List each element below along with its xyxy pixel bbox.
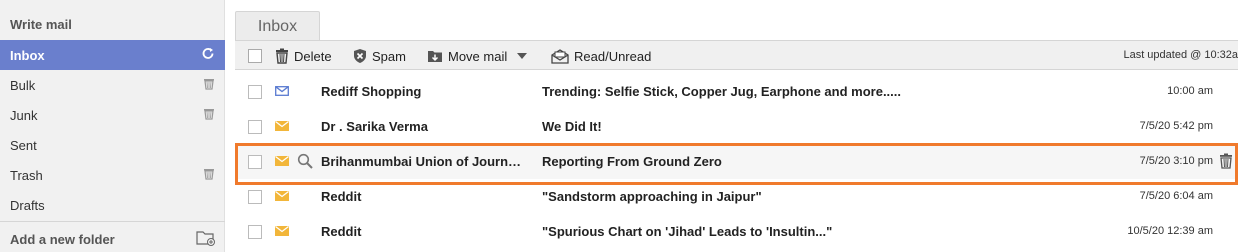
- read-unread-label: Read/Unread: [574, 48, 652, 64]
- toolbar: Delete Spam Move mail Read/Unread Last u…: [235, 40, 1238, 70]
- sidebar-divider: [0, 221, 225, 222]
- sidebar-item-bulk[interactable]: Bulk: [0, 70, 225, 100]
- message-row[interactable]: Reddit "Spurious Chart on 'Jihad' Leads …: [235, 214, 1238, 249]
- message-subject: "Sandstorm approaching in Jaipur": [542, 189, 762, 204]
- delete-button[interactable]: Delete: [275, 46, 332, 66]
- spam-label: Spam: [372, 48, 406, 64]
- message-sender: Dr . Sarika Verma: [321, 119, 428, 134]
- move-mail-button[interactable]: Move mail: [427, 46, 528, 66]
- envelope-icon[interactable]: [275, 226, 289, 236]
- message-date: 7/5/20 5:42 pm: [1139, 120, 1213, 132]
- message-subject: "Spurious Chart on 'Jihad' Leads to 'Ins…: [542, 224, 833, 239]
- message-checkbox[interactable]: [248, 190, 262, 204]
- message-list: Rediff Shopping Trending: Selfie Stick, …: [235, 74, 1238, 249]
- message-checkbox[interactable]: [248, 225, 262, 239]
- delete-label: Delete: [294, 48, 332, 64]
- move-mail-label: Move mail: [448, 48, 508, 64]
- message-subject: We Did It!: [542, 119, 602, 134]
- select-all-checkbox[interactable]: [248, 49, 262, 63]
- sidebar-item-label: Sent: [10, 137, 37, 153]
- trash-icon[interactable]: [203, 107, 215, 123]
- sidebar-item-label: Bulk: [10, 77, 36, 93]
- move-folder-icon: [428, 51, 442, 62]
- sidebar-item-junk[interactable]: Junk: [0, 100, 225, 130]
- last-updated-text: Last updated @ 10:32a: [1123, 49, 1238, 61]
- envelope-icon[interactable]: [275, 191, 289, 201]
- sidebar-item-trash[interactable]: Trash: [0, 160, 225, 190]
- message-row[interactable]: Rediff Shopping Trending: Selfie Stick, …: [235, 74, 1238, 109]
- sidebar-item-label: Drafts: [10, 197, 45, 213]
- trash-icon[interactable]: [1219, 153, 1233, 169]
- message-row-selected[interactable]: Brihanmumbai Union of Journ… Reporting F…: [235, 144, 1238, 179]
- message-sender: Brihanmumbai Union of Journ…: [321, 154, 522, 169]
- message-date: 7/5/20 6:04 am: [1139, 190, 1213, 202]
- refresh-icon[interactable]: [201, 47, 215, 64]
- sidebar-item-label: Trash: [10, 167, 43, 183]
- sidebar-item-inbox[interactable]: Inbox: [0, 40, 225, 70]
- envelope-icon[interactable]: [275, 86, 289, 96]
- message-sender: Reddit: [321, 189, 362, 204]
- shield-icon: [354, 49, 366, 63]
- folder-add-icon[interactable]: [196, 229, 216, 250]
- magnifier-icon[interactable]: [297, 153, 313, 169]
- tab-inbox[interactable]: Inbox: [235, 11, 320, 41]
- add-folder-link[interactable]: Add a new folder: [10, 232, 115, 247]
- message-date: 10/5/20 12:39 am: [1127, 225, 1213, 237]
- message-subject: Reporting From Ground Zero: [542, 154, 722, 169]
- message-date: 10:00 am: [1167, 85, 1213, 97]
- sidebar-item-sent[interactable]: Sent: [0, 130, 225, 160]
- sidebar-item-label: Inbox: [10, 47, 45, 63]
- envelope-open-icon: [551, 49, 569, 64]
- message-subject: Trending: Selfie Stick, Copper Jug, Earp…: [542, 84, 902, 99]
- trash-icon[interactable]: [203, 167, 215, 183]
- mail-list-panel: Inbox Delete Spam Move mail Read/Unread …: [235, 0, 1238, 252]
- write-mail-link[interactable]: Write mail: [0, 9, 225, 39]
- envelope-icon[interactable]: [275, 121, 289, 131]
- message-sender: Reddit: [321, 224, 362, 239]
- envelope-icon[interactable]: [275, 156, 289, 166]
- message-sender: Rediff Shopping: [321, 84, 422, 99]
- message-checkbox[interactable]: [248, 155, 262, 169]
- trash-icon: [276, 48, 288, 64]
- chevron-down-icon: [517, 53, 528, 59]
- message-checkbox[interactable]: [248, 85, 262, 99]
- read-unread-button[interactable]: Read/Unread: [551, 46, 651, 66]
- message-row[interactable]: Dr . Sarika Verma We Did It! 7/5/20 5:42…: [235, 109, 1238, 144]
- trash-icon[interactable]: [203, 77, 215, 93]
- sidebar: Write mail Inbox Bulk Junk Sent Trash Dr…: [0, 0, 225, 252]
- message-date: 7/5/20 3:10 pm: [1139, 155, 1213, 167]
- message-row[interactable]: Reddit "Sandstorm approaching in Jaipur"…: [235, 179, 1238, 214]
- sidebar-item-drafts[interactable]: Drafts: [0, 190, 225, 220]
- sidebar-item-label: Junk: [10, 107, 38, 123]
- spam-button[interactable]: Spam: [353, 46, 406, 66]
- message-checkbox[interactable]: [248, 120, 262, 134]
- mail-app: Write mail Inbox Bulk Junk Sent Trash Dr…: [0, 0, 1238, 252]
